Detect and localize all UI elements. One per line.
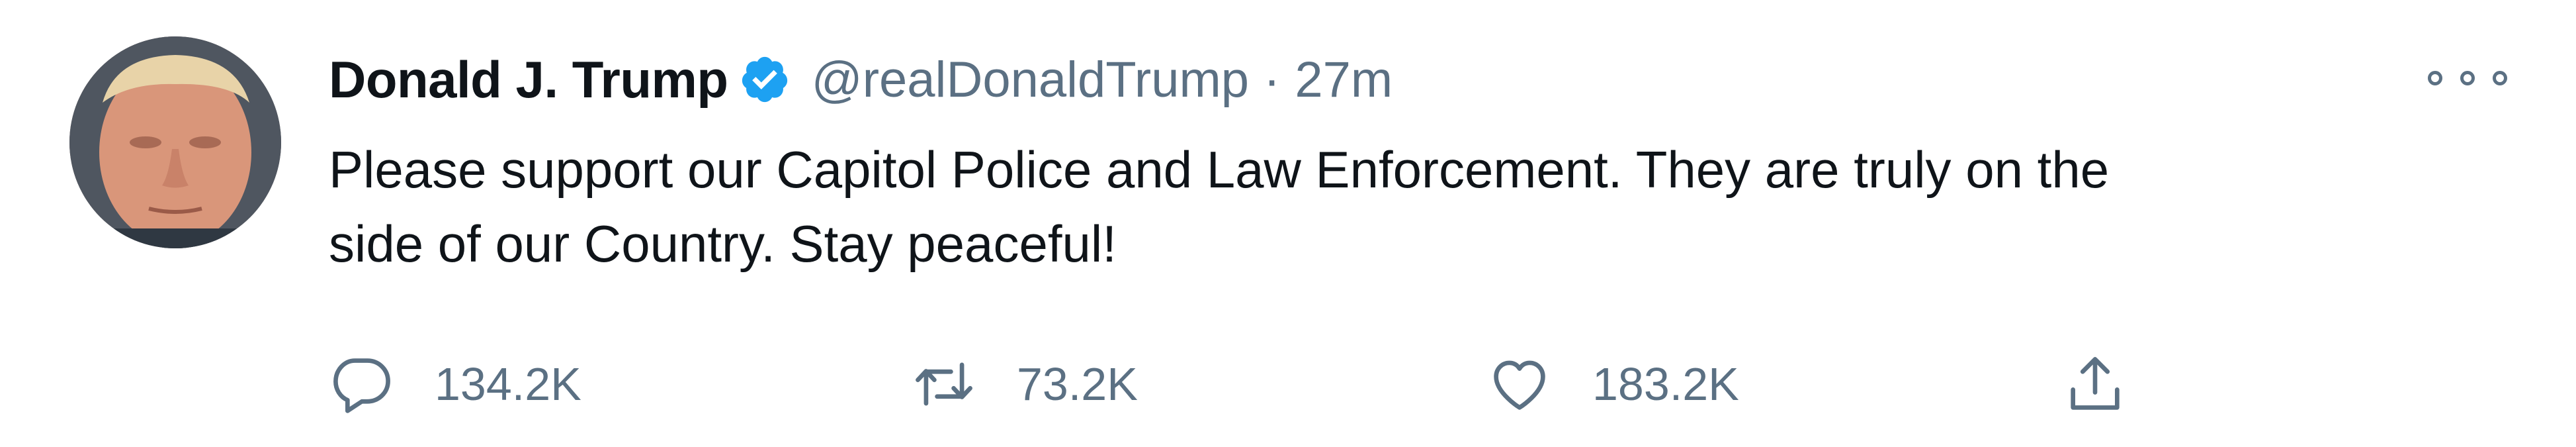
author-handle[interactable]: @realDonaldTrump [812,51,1249,109]
tweet-actions: 134.2K 73.2K 183.2K [329,344,2512,424]
avatar[interactable] [69,36,281,248]
author-name[interactable]: Donald J. Trump [329,50,728,110]
share-button[interactable] [2062,344,2128,424]
tweet-text: Please support our Capitol Police and La… [329,140,2110,273]
like-count: 183.2K [1592,358,1739,410]
header-separator: · [1264,51,1281,108]
retweet-icon [916,362,972,406]
reply-icon [333,358,390,413]
more-dot [2493,71,2507,85]
share-icon [2071,357,2120,410]
tweet-card[interactable]: Donald J. Trump @realDonaldTrump · 27m P… [0,0,2576,447]
tweet-header: Donald J. Trump @realDonaldTrump · 27m [329,46,1393,113]
heart-icon [1494,360,1545,410]
retweet-button[interactable]: 73.2K [911,344,1138,424]
more-dot [2428,71,2442,85]
tweet-timestamp[interactable]: 27m [1295,51,1393,109]
reply-count: 134.2K [435,358,581,410]
reply-button[interactable]: 134.2K [329,344,581,424]
more-dot [2460,71,2475,85]
retweet-count: 73.2K [1017,358,1138,410]
avatar-portrait-icon [69,36,281,248]
like-button[interactable]: 183.2K [1486,344,1739,424]
verified-badge-icon [742,56,787,103]
more-icon[interactable] [2428,58,2507,98]
